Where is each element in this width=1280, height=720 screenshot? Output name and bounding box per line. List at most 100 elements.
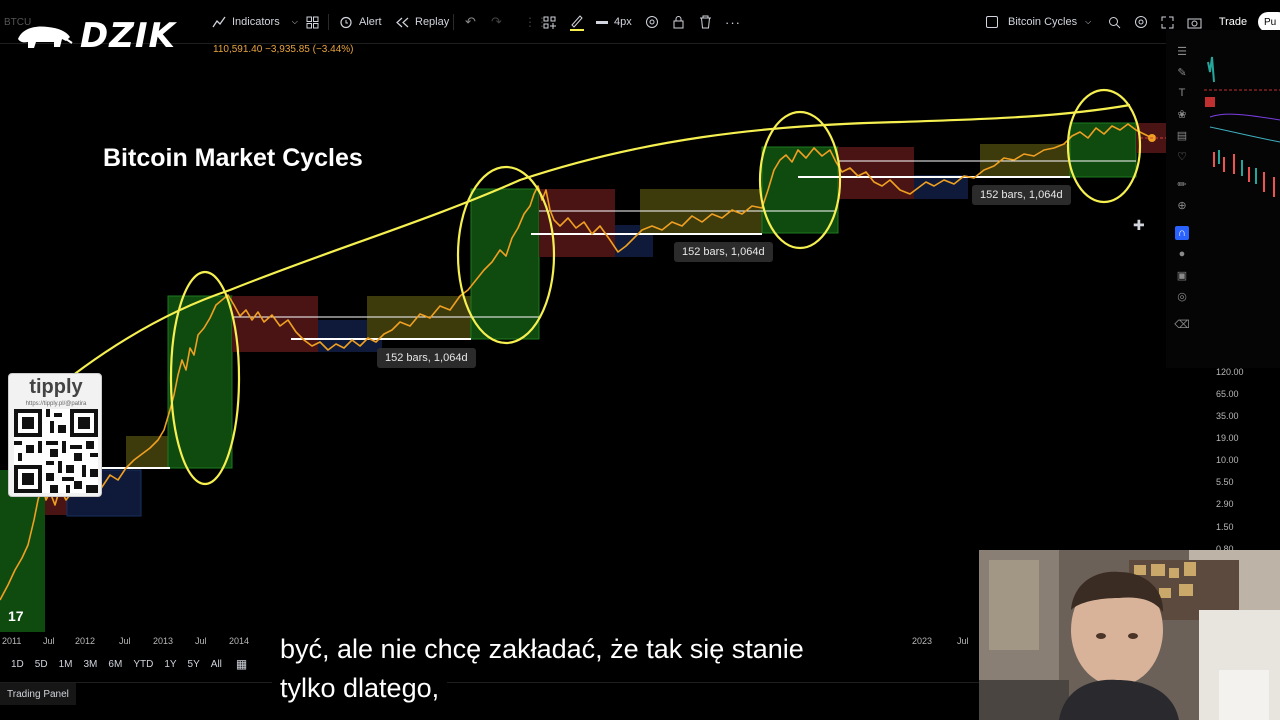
undo-icon[interactable]: ↶ [465, 12, 476, 32]
range-3m-button[interactable]: 3M [84, 659, 98, 670]
goto-date-icon[interactable]: ▦ [236, 657, 247, 671]
price-tick: 65.00 [1216, 389, 1239, 399]
indicators-label: Indicators [232, 16, 280, 28]
time-tick: Jul [195, 636, 207, 646]
eye-icon[interactable]: ◎ [1175, 289, 1189, 303]
range-1y-button[interactable]: 1Y [164, 659, 176, 670]
lock-icon[interactable]: ▣ [1175, 268, 1189, 282]
settings-button[interactable] [645, 12, 659, 32]
text-icon[interactable]: T [1175, 86, 1189, 100]
zoom-icon[interactable]: ⊕ [1175, 198, 1189, 212]
range-ytd-button[interactable]: YTD [133, 659, 153, 670]
gear-icon [1135, 16, 1147, 28]
toolbar-divider [328, 14, 329, 30]
price-tick: 10.00 [1216, 455, 1239, 465]
toolbar-divider [453, 14, 454, 30]
heart-icon[interactable]: ♡ [1175, 149, 1189, 163]
lock-drawings-icon[interactable]: ● [1175, 247, 1189, 261]
alert-label: Alert [359, 16, 382, 28]
line-width-icon [596, 20, 608, 24]
subtitle-line: być, ale nie chcę zakładać, że tak się s… [272, 630, 812, 669]
list-icon[interactable]: ☰ [1175, 44, 1189, 58]
layout-name-label: Bitcoin Cycles [1008, 16, 1078, 28]
time-tick: 2012 [75, 636, 96, 646]
subtitle-line: tylko dlatego, [272, 669, 448, 708]
measure-label: 152 bars, 1,064d [674, 242, 773, 262]
grid-plus-icon [543, 16, 556, 29]
range-1m-button[interactable]: 1M [59, 659, 73, 670]
replay-label: Replay [415, 16, 450, 28]
drawing-tools-panel: ☰ ✎ T ❀ ▤ ♡ ✏ ⊕ ∩ ● ▣ ◎ ⌫ [1166, 30, 1280, 368]
fullscreen-button[interactable] [1161, 12, 1174, 32]
date-range-bar: 1D 5D 1M 3M 6M YTD 1Y 5Y All ▦ [0, 654, 280, 674]
search-button[interactable] [1108, 12, 1121, 32]
price-tick: 2.90 [1216, 499, 1234, 509]
magnet-icon[interactable]: ∩ [1175, 226, 1189, 240]
crosshair-icon: ✚ [1133, 217, 1145, 233]
time-tick: Jul [957, 636, 969, 646]
time-tick: 2011 [2, 636, 22, 646]
line-width-button[interactable]: 4px [596, 12, 632, 32]
trash-icon [700, 15, 711, 29]
alert-button[interactable]: Alert [339, 12, 382, 32]
pattern-icon[interactable]: ❀ [1175, 107, 1189, 121]
top-toolbar: BTCU Indicators ⌵ Alert Replay ↶ ↷ ⋮⋮ 4p… [0, 0, 1280, 44]
layout-grid-button[interactable] [306, 12, 319, 32]
layout-square-icon [986, 16, 998, 28]
line-width-label: 4px [614, 16, 632, 28]
gear-icon [646, 16, 658, 28]
indicators-button[interactable]: Indicators ⌵ [212, 12, 298, 32]
fullscreen-icon [1161, 16, 1174, 28]
pencil-icon [570, 15, 584, 31]
bull-run-box [761, 146, 839, 234]
range-5y-button[interactable]: 5Y [188, 659, 200, 670]
trade-button[interactable]: Trade [1212, 12, 1254, 32]
object-tree-button[interactable] [543, 12, 556, 32]
price-chart[interactable]: ✚ [0, 44, 1166, 632]
delete-button[interactable] [699, 12, 712, 32]
chart-settings-button[interactable] [1134, 12, 1148, 32]
trash-icon[interactable]: ⌫ [1174, 317, 1190, 331]
snapshot-button[interactable] [1187, 12, 1202, 32]
qr-code-icon [14, 409, 98, 493]
range-5d-button[interactable]: 5D [35, 659, 48, 670]
price-tick: 1.50 [1216, 522, 1234, 532]
layout-name-button[interactable]: Bitcoin Cycles ⌵ [986, 12, 1091, 32]
publish-button[interactable]: Pu [1258, 12, 1280, 32]
range-6m-button[interactable]: 6M [108, 659, 122, 670]
redo-icon[interactable]: ↷ [491, 12, 502, 32]
rewind-icon [396, 17, 409, 27]
layout-grid-icon [306, 16, 319, 28]
time-tick: 2013 [153, 636, 174, 646]
price-tick: 5.50 [1216, 477, 1234, 487]
trading-panel-tab[interactable]: Trading Panel [0, 683, 76, 705]
measure-label: 152 bars, 1,064d [972, 185, 1071, 205]
indicators-icon [212, 16, 226, 28]
range-1d-button[interactable]: 1D [11, 659, 24, 670]
tipply-url: https://tipply.pl/@patira [25, 401, 87, 407]
more-icon[interactable]: ··· [725, 12, 741, 32]
chart-title: Bitcoin Market Cycles [103, 144, 363, 172]
measure-label: 152 bars, 1,064d [377, 348, 476, 368]
pen-color-button[interactable] [569, 12, 585, 32]
ruler-icon[interactable]: ▤ [1175, 128, 1189, 142]
time-tick: Jul [119, 636, 131, 646]
accumulation-box [126, 436, 170, 468]
webcam-video [979, 550, 1280, 720]
price-tick: 19.00 [1216, 433, 1239, 443]
chevron-down-icon: ⌵ [1085, 17, 1092, 26]
chevron-down-icon: ⌵ [291, 17, 298, 26]
alarm-clock-icon [340, 16, 352, 29]
search-icon [1109, 16, 1121, 28]
range-all-button[interactable]: All [211, 659, 222, 670]
webcam-image [979, 550, 1280, 720]
brush-icon[interactable]: ✏ [1175, 177, 1189, 191]
price-tick: 35.00 [1216, 411, 1239, 421]
lock-button[interactable] [672, 12, 685, 32]
tipply-logo: tipply [29, 376, 83, 398]
lock-icon [673, 16, 684, 29]
bull-run-box [1069, 122, 1137, 178]
replay-button[interactable]: Replay [396, 12, 449, 32]
tipply-qr-card: tipply https://tipply.pl/@patira [8, 373, 102, 497]
pen-icon[interactable]: ✎ [1175, 65, 1189, 79]
